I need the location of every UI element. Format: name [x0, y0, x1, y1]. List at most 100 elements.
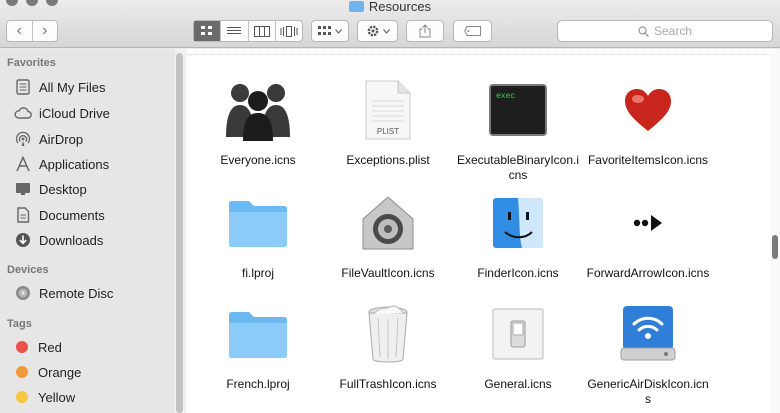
content-scroll-thumb[interactable] [772, 235, 778, 259]
back-button[interactable]: ‹ [7, 21, 32, 41]
terminal-exec-icon: exec [480, 75, 556, 145]
file-name: Everyone.icns [220, 153, 296, 167]
folder-icon [348, 1, 364, 12]
folder-icon [220, 188, 296, 258]
cover-flow-icon [280, 25, 298, 37]
sidebar-item-desktop[interactable]: Desktop [14, 179, 87, 199]
everyone-icon [220, 75, 296, 145]
file-badge: PLIST [377, 127, 399, 136]
file-name: fi.lproj [241, 266, 274, 280]
file-item[interactable]: FullTrashIcon.icns [323, 299, 453, 392]
view-mode-selector [193, 20, 303, 42]
file-item[interactable]: French.lproj [193, 299, 323, 392]
file-name: GenericAirDiskIcon.icns [587, 377, 709, 406]
file-name: FileVaultIcon.icns [341, 266, 435, 280]
list-icon [227, 27, 242, 34]
file-item[interactable]: General.icns [453, 299, 583, 392]
file-name: French.lproj [226, 377, 290, 391]
finder-icon [480, 188, 556, 258]
sidebar-item-downloads[interactable]: Downloads [14, 230, 103, 250]
file-item[interactable]: PLIST Exceptions.plist [323, 75, 453, 168]
downloads-icon [14, 231, 32, 249]
file-name: Exceptions.plist [346, 153, 430, 167]
sidebar: Favorites All My Files iCloud Drive AirD… [0, 49, 176, 413]
sidebar-item-label: All My Files [39, 79, 106, 95]
file-item[interactable]: GenericAirDiskIcon.icns [583, 299, 713, 407]
file-item[interactable]: FavoriteItemsIcon.icns [583, 75, 713, 168]
applications-icon [14, 155, 32, 173]
file-item[interactable]: FileVaultIcon.icns [323, 188, 453, 281]
tag-color-dot [16, 366, 28, 378]
arrange-button[interactable] [311, 20, 349, 42]
file-badge: exec [496, 92, 515, 101]
sidebar-scroll-thumb[interactable] [176, 53, 183, 413]
filevault-icon [350, 188, 426, 258]
sidebar-item-label: Yellow [38, 389, 76, 405]
cloud-icon [14, 104, 32, 122]
file-browser: Everyone.icns PLIST Exceptions.plist exe… [186, 49, 770, 413]
sidebar-item-label: iCloud Drive [39, 105, 110, 121]
file-item[interactable]: FinderIcon.icns [453, 188, 583, 281]
file-name: ExecutableBinaryIcon.icns [456, 153, 580, 182]
sidebar-item-applications[interactable]: Applications [14, 154, 109, 174]
tag-icon [463, 26, 481, 36]
sidebar-item-tag-orange[interactable]: Orange [14, 362, 81, 382]
sidebar-item-label: Documents [39, 207, 105, 223]
sidebar-item-icloud-drive[interactable]: iCloud Drive [14, 103, 110, 123]
sidebar-section-tags: Tags [7, 318, 32, 330]
airdrop-icon [14, 130, 32, 148]
share-icon [419, 24, 431, 38]
sidebar-item-label: Downloads [39, 232, 104, 248]
tag-color-dot [16, 341, 28, 353]
window-toolbar: Resources ‹ › Search [0, 0, 780, 48]
folder-icon [220, 299, 296, 369]
search-field[interactable]: Search [557, 20, 773, 42]
file-name: ForwardArrowIcon.icns [586, 266, 710, 280]
file-item[interactable]: ForwardArrowIcon.icns [583, 188, 713, 281]
file-name: FavoriteItemsIcon.icns [587, 153, 709, 167]
file-name: FullTrashIcon.icns [339, 377, 437, 391]
sidebar-item-label: AirDrop [39, 131, 84, 147]
trash-full-icon [350, 299, 426, 369]
file-item[interactable]: exec ExecutableBinaryIcon.icns [453, 75, 583, 183]
sidebar-item-all-my-files[interactable]: All My Files [14, 77, 105, 97]
sidebar-item-documents[interactable]: Documents [14, 205, 105, 225]
sidebar-item-airdrop[interactable]: AirDrop [14, 129, 83, 149]
sidebar-item-label: Remote Disc [39, 285, 114, 301]
sidebar-item-tag-yellow[interactable]: Yellow [14, 387, 75, 407]
window-title: Resources [0, 0, 780, 14]
columns-icon [253, 25, 270, 37]
documents-icon [14, 206, 32, 224]
sidebar-item-remote-disc[interactable]: Remote Disc [14, 283, 113, 303]
file-item[interactable]: fi.lproj [193, 188, 323, 281]
forward-button[interactable]: › [31, 21, 58, 41]
content-scrollbar[interactable] [770, 49, 780, 413]
plist-file-icon: PLIST [350, 75, 426, 145]
share-button[interactable] [406, 20, 444, 42]
icon-view-button[interactable] [194, 21, 221, 41]
list-view-button[interactable] [220, 21, 247, 41]
air-disk-icon [610, 299, 686, 369]
sidebar-item-tag-red[interactable]: Red [14, 337, 62, 357]
sidebar-item-label: Orange [38, 364, 82, 380]
action-button[interactable] [357, 20, 398, 42]
all-files-icon [14, 78, 32, 96]
chevron-down-icon [382, 28, 390, 34]
chevron-down-icon [335, 28, 342, 34]
column-view-button[interactable] [247, 21, 275, 41]
disc-icon [14, 284, 32, 302]
window-title-text: Resources [368, 0, 432, 14]
sidebar-item-label: Red [38, 339, 62, 355]
desktop-icon [14, 180, 32, 198]
sidebar-scrollbar[interactable] [175, 49, 185, 413]
cover-flow-button[interactable] [274, 21, 302, 41]
icon-grid-icon [201, 26, 213, 35]
file-name: General.icns [484, 377, 552, 391]
edit-tags-button[interactable] [453, 20, 492, 42]
previous-row-edge [186, 49, 770, 55]
tag-color-dot [16, 391, 28, 403]
arrange-grid-icon [318, 26, 331, 35]
heart-icon [610, 75, 686, 145]
file-item[interactable]: Everyone.icns [193, 75, 323, 168]
sidebar-item-label: Desktop [39, 181, 87, 197]
